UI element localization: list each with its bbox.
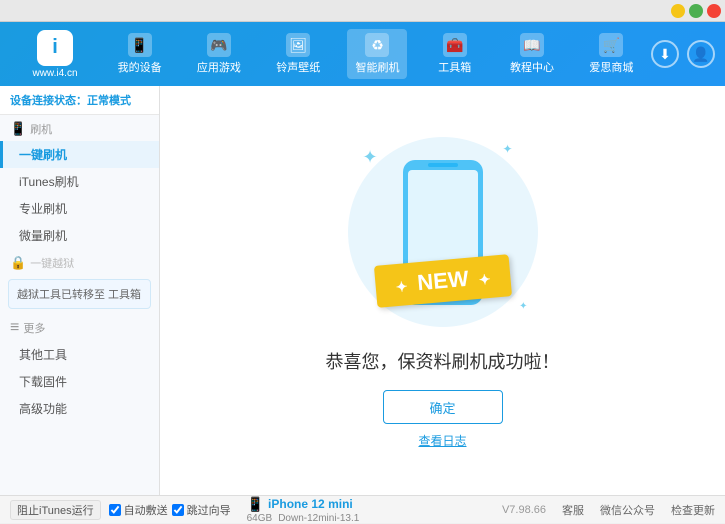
auto-send-checkbox[interactable]: 自动敷送 xyxy=(109,502,168,518)
nav-label-my-device: 我的设备 xyxy=(118,59,162,75)
status-label: 设备连接状态： xyxy=(10,95,87,107)
skip-wizard-checkbox[interactable]: 跳过向导 xyxy=(172,502,231,518)
sparkle-3: ✦ xyxy=(519,301,527,312)
minimize-button[interactable] xyxy=(671,4,685,18)
nav-item-wallpaper[interactable]: 🖼 铃声壁纸 xyxy=(268,29,328,79)
nav-label-toolbox: 工具箱 xyxy=(438,59,471,75)
sidebar-item-dual-flash[interactable]: 微量刷机 xyxy=(0,222,159,249)
more-section-label: 更多 xyxy=(23,320,45,336)
device-info-area: 📱 iPhone 12 mini 64GB Down-12mini-13.1 xyxy=(247,496,360,524)
apps-games-icon: 🎮 xyxy=(207,33,231,57)
logo-text: www.i4.cn xyxy=(32,68,77,79)
lock-icon: 🔒 xyxy=(10,255,26,271)
section-more: ≡ 更多 xyxy=(0,313,159,341)
skip-wizard-input[interactable] xyxy=(172,504,184,516)
jailbreak-info-box: 越狱工具已转移至 工具箱 xyxy=(8,279,151,309)
secondary-link[interactable]: 查看日志 xyxy=(418,432,466,449)
nav-item-toolbox[interactable]: 🧰 工具箱 xyxy=(427,29,483,79)
nav-label-apps-games: 应用游戏 xyxy=(197,59,241,75)
device-firmware: Down-12mini-13.1 xyxy=(278,513,359,524)
flash-section-label: 刷机 xyxy=(30,121,52,137)
more-section-icon: ≡ xyxy=(10,319,19,337)
nav-label-wallpaper: 铃声壁纸 xyxy=(276,59,320,75)
content-area: ✦ ✦ ✦ NEW 恭喜您，保资料刷机成功啦！ 确定 查看日志 xyxy=(160,86,725,495)
bottom-bar: 阻止iTunes运行 自动敷送 跳过向导 📱 iPhone 12 mini 64… xyxy=(0,495,725,523)
device-capacity: 64GB xyxy=(247,513,273,524)
nav-item-apps-games[interactable]: 🎮 应用游戏 xyxy=(189,29,249,79)
top-nav: i www.i4.cn 📱 我的设备 🎮 应用游戏 🖼 铃声壁纸 ♻ 智能刷机 … xyxy=(0,22,725,86)
sidebar-item-other-tools[interactable]: 其他工具 xyxy=(0,341,159,368)
check-update-link[interactable]: 检查更新 xyxy=(671,502,715,518)
restore-button[interactable] xyxy=(689,4,703,18)
tutorial-icon: 📖 xyxy=(520,33,544,57)
flash-section-icon: 📱 xyxy=(10,121,26,137)
success-title: 恭喜您，保资料刷机成功啦！ xyxy=(326,348,560,374)
sparkle-2: ✦ xyxy=(502,142,512,156)
checkbox-group: 自动敷送 跳过向导 xyxy=(109,502,231,518)
device-name: iPhone 12 mini xyxy=(268,497,353,511)
skip-wizard-label: 跳过向导 xyxy=(187,502,231,518)
logo-icon: i xyxy=(37,30,73,66)
advanced-label: 高级功能 xyxy=(19,402,67,416)
nav-right: ⬇ 👤 xyxy=(651,40,715,68)
logo-area: i www.i4.cn xyxy=(10,30,100,79)
customer-service-link[interactable]: 客服 xyxy=(562,502,584,518)
user-button[interactable]: 👤 xyxy=(687,40,715,68)
sidebar-item-download-firmware[interactable]: 下载固件 xyxy=(0,368,159,395)
stop-itunes-button[interactable]: 阻止iTunes运行 xyxy=(10,500,101,520)
version-label: V7.98.66 xyxy=(502,504,546,516)
status-bar: 设备连接状态：正常模式 xyxy=(0,86,159,115)
one-key-flash-label: 一键刷机 xyxy=(19,148,67,162)
download-firmware-label: 下载固件 xyxy=(19,375,67,389)
close-button[interactable] xyxy=(707,4,721,18)
title-bar xyxy=(0,0,725,22)
section-jailbreak: 🔒 一键越狱 xyxy=(0,249,159,275)
download-button[interactable]: ⬇ xyxy=(651,40,679,68)
pro-flash-label: 专业刷机 xyxy=(19,202,67,216)
sidebar-item-advanced[interactable]: 高级功能 xyxy=(0,395,159,422)
jailbreak-section-label: 一键越狱 xyxy=(30,255,74,271)
nav-items: 📱 我的设备 🎮 应用游戏 🖼 铃声壁纸 ♻ 智能刷机 🧰 工具箱 📖 教程中心… xyxy=(100,29,651,79)
nav-label-tutorial: 教程中心 xyxy=(510,59,554,75)
jailbreak-info-text: 越狱工具已转移至 工具箱 xyxy=(17,289,141,301)
status-value: 正常模式 xyxy=(87,95,131,107)
smart-flash-icon: ♻ xyxy=(365,33,389,57)
bottom-right: V7.98.66 客服 微信公众号 检查更新 xyxy=(502,502,715,518)
my-device-icon: 📱 xyxy=(128,33,152,57)
success-illustration: ✦ ✦ ✦ NEW xyxy=(343,132,543,332)
wechat-link[interactable]: 微信公众号 xyxy=(600,502,655,518)
nav-item-store[interactable]: 🛒 爱思商城 xyxy=(581,29,641,79)
bottom-left: 阻止iTunes运行 自动敷送 跳过向导 📱 iPhone 12 mini 64… xyxy=(10,496,359,524)
auto-send-label: 自动敷送 xyxy=(124,502,168,518)
wallpaper-icon: 🖼 xyxy=(286,33,310,57)
section-flash: 📱 刷机 xyxy=(0,115,159,141)
confirm-button[interactable]: 确定 xyxy=(383,390,503,424)
sparkle-1: ✦ xyxy=(363,147,378,168)
nav-item-smart-flash[interactable]: ♻ 智能刷机 xyxy=(347,29,407,79)
nav-label-store: 爱思商城 xyxy=(589,59,633,75)
nav-item-tutorial[interactable]: 📖 教程中心 xyxy=(502,29,562,79)
dual-flash-label: 微量刷机 xyxy=(19,229,67,243)
auto-send-input[interactable] xyxy=(109,504,121,516)
nav-item-my-device[interactable]: 📱 我的设备 xyxy=(110,29,170,79)
stop-itunes-label: 阻止iTunes运行 xyxy=(17,502,94,518)
sidebar: 设备连接状态：正常模式 📱 刷机 一键刷机 iTunes刷机 专业刷机 微量刷机… xyxy=(0,86,160,495)
other-tools-label: 其他工具 xyxy=(19,348,67,362)
sidebar-item-itunes-flash[interactable]: iTunes刷机 xyxy=(0,168,159,195)
store-icon: 🛒 xyxy=(599,33,623,57)
device-icon: 📱 xyxy=(247,496,264,513)
itunes-flash-label: iTunes刷机 xyxy=(19,175,79,189)
nav-label-smart-flash: 智能刷机 xyxy=(355,59,399,75)
main-layout: 设备连接状态：正常模式 📱 刷机 一键刷机 iTunes刷机 专业刷机 微量刷机… xyxy=(0,86,725,495)
sidebar-item-pro-flash[interactable]: 专业刷机 xyxy=(0,195,159,222)
toolbox-icon: 🧰 xyxy=(443,33,467,57)
sidebar-item-one-key-flash[interactable]: 一键刷机 xyxy=(0,141,159,168)
